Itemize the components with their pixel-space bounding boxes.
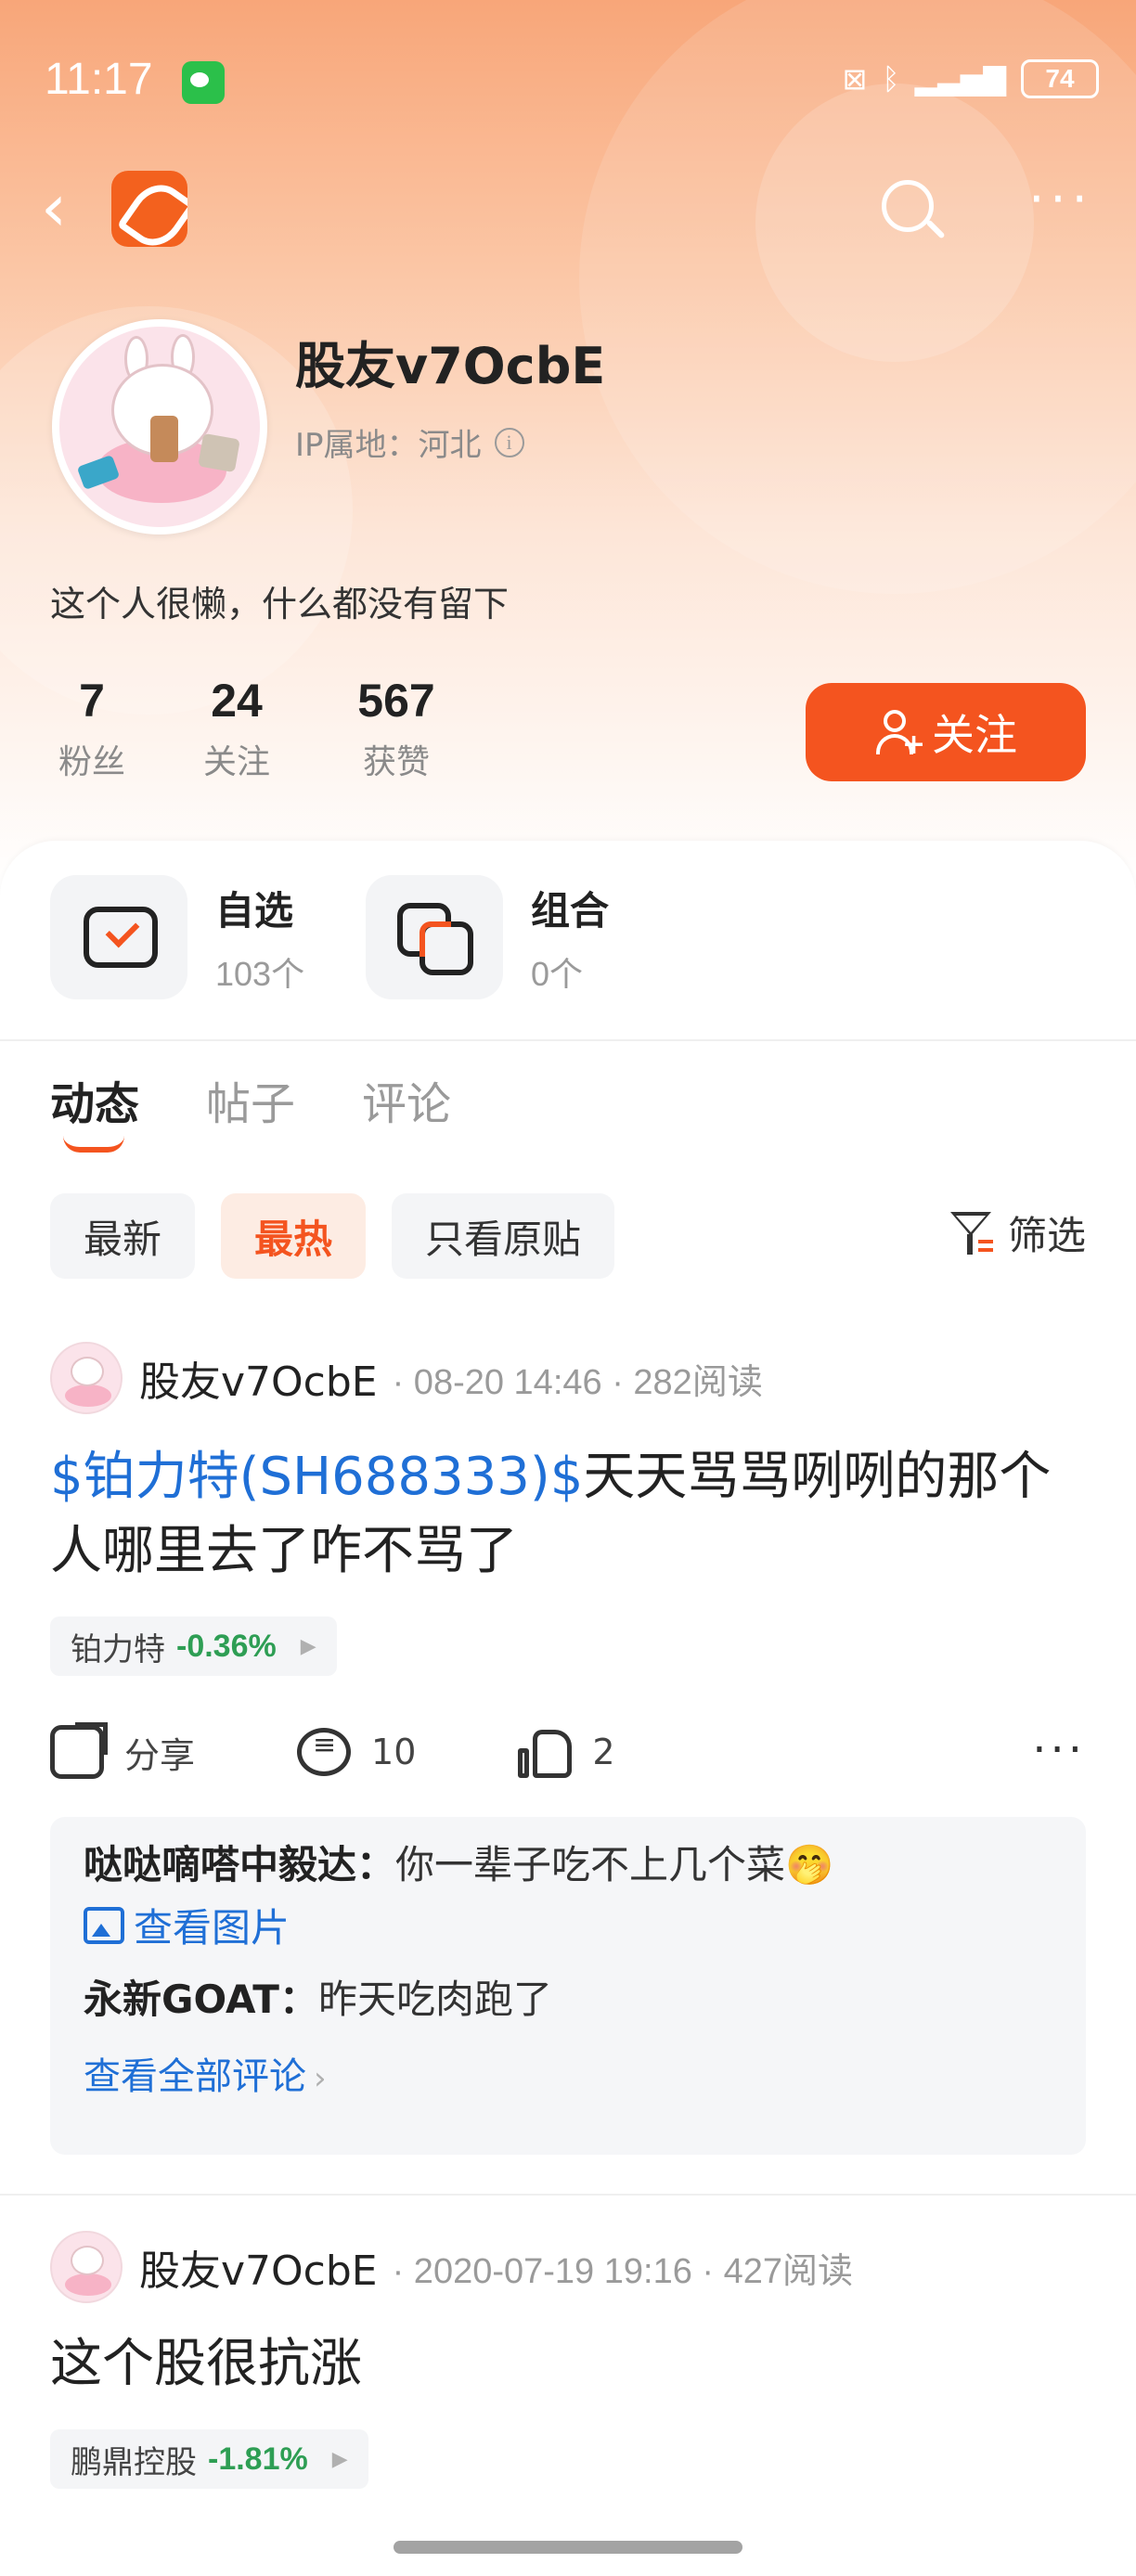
filter-hottest[interactable]: 最热: [221, 1193, 367, 1279]
filter-original-only[interactable]: 只看原贴: [392, 1193, 615, 1279]
profile-bio: 这个人很懒，什么都没有留下: [50, 584, 510, 625]
content-tabs: 动态 帖子 评论: [50, 1067, 451, 1153]
post-more-icon[interactable]: ···: [1032, 1724, 1086, 1776]
share-button[interactable]: 分享: [50, 1722, 196, 1779]
app-logo-icon[interactable]: [111, 171, 187, 247]
stat-label: 粉丝: [58, 743, 125, 781]
stock-link[interactable]: $铂力特(SH688333)$: [50, 1447, 583, 1507]
tab-posts[interactable]: 帖子: [206, 1067, 295, 1132]
view-all-comments-link[interactable]: 查看全部评论 ›: [84, 2046, 1052, 2100]
stock-tag-name: 鹏鼎控股: [71, 2443, 197, 2481]
play-arrow-icon: ▶: [300, 1634, 316, 1658]
avatar[interactable]: [52, 319, 267, 535]
post-author[interactable]: 股友v7OcbE: [139, 1348, 378, 1408]
ip-location: IP属地：河北 i: [295, 419, 524, 465]
play-arrow-icon: ▶: [331, 2447, 348, 2471]
wechat-icon: [182, 61, 225, 104]
image-icon: [84, 1906, 124, 1944]
top-nav-bar: ‹ ···: [0, 158, 1136, 260]
search-icon[interactable]: [871, 169, 950, 249]
bluetooth-icon: ᛒ: [882, 61, 900, 97]
stat-likes[interactable]: 567 获赞: [345, 674, 447, 783]
more-options-icon[interactable]: ···: [1019, 174, 1103, 241]
comment-icon: [297, 1728, 352, 1776]
tab-comments[interactable]: 评论: [362, 1067, 451, 1132]
comment-item[interactable]: 永新GOAT：昨天吃肉跑了: [84, 1974, 1052, 2026]
battery-icon: 74: [1021, 59, 1099, 98]
divider: [0, 1039, 1136, 1041]
post-author[interactable]: 股友v7OcbE: [139, 2237, 378, 2297]
divider: [0, 2194, 1136, 2196]
post-body[interactable]: $铂力特(SH688333)$天天骂骂咧咧的那个人哪里去了咋不骂了: [50, 1440, 1086, 1589]
share-label: 分享: [124, 1734, 196, 1776]
stock-tag[interactable]: 铂力特 -0.36% ▶: [50, 1616, 337, 1676]
stat-label: 获赞: [362, 743, 430, 781]
funnel-icon: [949, 1208, 993, 1258]
stock-tag-change: -1.81%: [208, 2441, 308, 2477]
filter-latest[interactable]: 最新: [50, 1193, 196, 1279]
post-header: 股友v7OcbE · 2020-07-19 19:16 · 427阅读: [50, 2231, 853, 2303]
tab-activity[interactable]: 动态: [50, 1067, 139, 1153]
comment-author[interactable]: 永新GOAT：: [84, 1977, 318, 2022]
stat-fans[interactable]: 7 粉丝: [50, 674, 134, 783]
status-bar: 11:17 ⊠ ᛒ ▂▃▅▇ 74: [0, 0, 1136, 148]
follow-button[interactable]: + 关注: [806, 683, 1086, 781]
comment-item[interactable]: 哒哒嘀嗒中毅达：你一辈子吃不上几个菜🤭: [84, 1839, 1052, 1891]
watchlist-icon: [50, 875, 187, 999]
view-image-label: 查看图片: [134, 1905, 290, 1951]
follow-label: 关注: [932, 710, 1017, 760]
comment-count: 10: [371, 1732, 417, 1772]
asset-count: 103个: [215, 954, 305, 993]
author-avatar[interactable]: [50, 1342, 123, 1414]
post-text: 这个股很抗涨: [50, 2334, 362, 2394]
like-button[interactable]: 2: [518, 1726, 615, 1778]
info-icon[interactable]: i: [494, 427, 524, 457]
stat-label: 关注: [202, 743, 270, 781]
filter-label: 筛选: [1007, 1213, 1086, 1258]
comment-preview: 哒哒嘀嗒中毅达：你一辈子吃不上几个菜🤭 查看图片 永新GOAT：昨天吃肉跑了 查…: [50, 1817, 1086, 2155]
chevron-right-icon: ›: [314, 2060, 327, 2097]
asset-portfolio[interactable]: 组合 0个: [366, 872, 609, 1002]
system-icons: ⊠ ᛒ ▂▃▅▇ 74: [843, 59, 1099, 98]
portfolio-icon: [366, 875, 503, 999]
back-button[interactable]: ‹: [41, 171, 106, 245]
post-header: 股友v7OcbE · 08-20 14:46 · 282阅读: [50, 1342, 763, 1414]
comment-author[interactable]: 哒哒嘀嗒中毅达：: [84, 1842, 395, 1887]
share-icon: [50, 1722, 108, 1779]
post-actions: 分享 10 2 ···: [50, 1715, 1086, 1789]
asset-title: 组合: [531, 887, 610, 934]
post-meta: · 2020-07-19 19:16 · 427阅读: [392, 2251, 854, 2291]
sort-filters: 最新 最热 只看原贴: [50, 1193, 615, 1279]
asset-title: 自选: [215, 887, 294, 934]
status-time: 11:17: [45, 55, 153, 104]
profile-username: 股友v7OcbE: [295, 337, 606, 395]
home-indicator[interactable]: [394, 2541, 742, 2554]
nfc-icon: ⊠: [842, 61, 868, 97]
thumbs-up-icon: [518, 1726, 573, 1778]
asset-count: 0个: [531, 954, 584, 993]
stat-following[interactable]: 24 关注: [195, 674, 278, 783]
author-avatar[interactable]: [50, 2231, 123, 2303]
comment-button[interactable]: 10: [297, 1728, 416, 1776]
like-count: 2: [592, 1732, 615, 1772]
stock-tag-name: 铂力特: [71, 1630, 165, 1668]
post-body[interactable]: 这个股很抗涨: [50, 2327, 1086, 2402]
ip-location-text: IP属地：河北: [295, 427, 482, 464]
view-all-label: 查看全部评论: [84, 2055, 306, 2098]
filter-button[interactable]: 筛选: [949, 1204, 1086, 1261]
stock-tag-change: -0.36%: [176, 1628, 277, 1664]
signal-icon: ▂▃▅▇: [914, 61, 1006, 97]
stat-number: 567: [357, 675, 435, 727]
asset-watchlist[interactable]: 自选 103个: [50, 872, 304, 1002]
stock-tag[interactable]: 鹏鼎控股 -1.81% ▶: [50, 2429, 368, 2489]
stat-number: 7: [79, 675, 105, 727]
add-user-icon: +: [874, 708, 925, 759]
view-image-link[interactable]: 查看图片: [84, 1897, 1052, 1953]
stat-number: 24: [211, 675, 263, 727]
comment-text: 你一辈子吃不上几个菜🤭: [395, 1842, 834, 1887]
post-meta: · 08-20 14:46 · 282阅读: [392, 1362, 763, 1402]
comment-text: 昨天吃肉跑了: [317, 1977, 552, 2022]
